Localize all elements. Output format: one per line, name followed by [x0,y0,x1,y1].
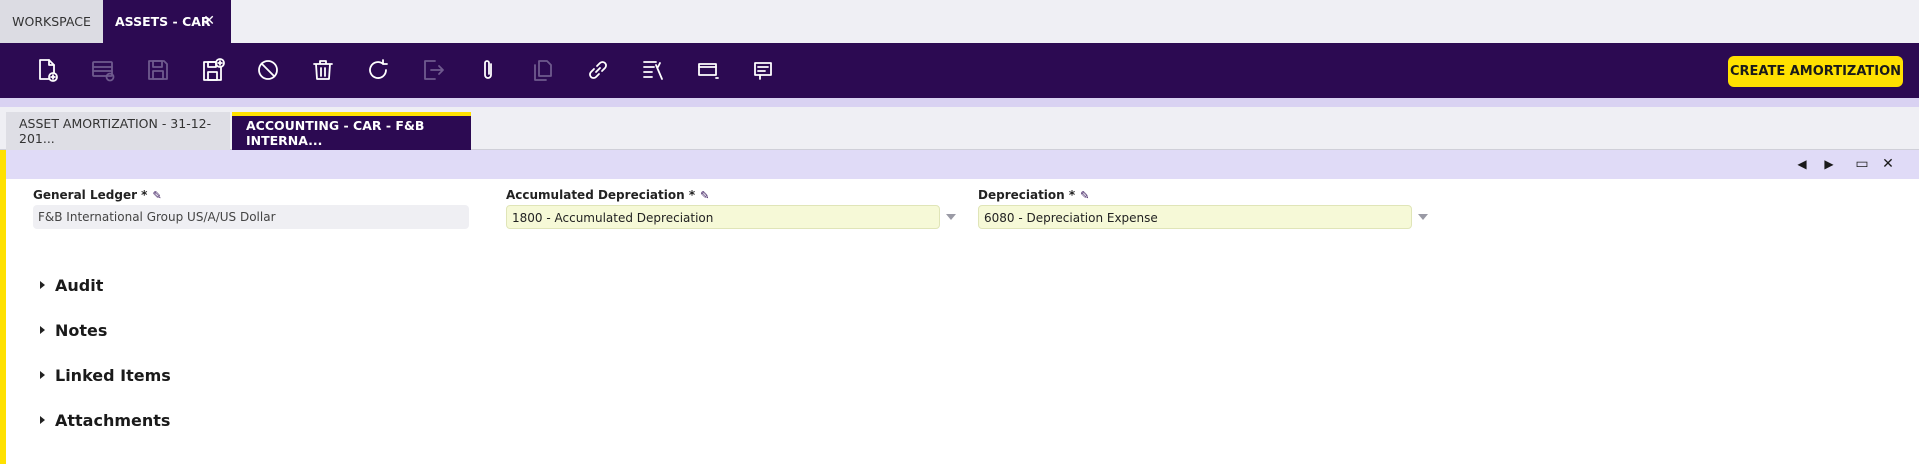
toolbar: CREATE AMORTIZATION [0,43,1919,98]
section-linked-items[interactable]: Linked Items [40,363,171,387]
filter-button[interactable] [638,55,668,85]
toolbar-divider [0,98,1919,107]
section-notes[interactable]: Notes [40,318,107,342]
notes-button[interactable] [748,55,778,85]
wrench-icon[interactable]: ✎ [700,189,709,202]
close-form-icon[interactable]: ✕ [1880,156,1896,172]
form-header-bar: ◀ ▶ ▭ ✕ [6,150,1919,179]
undo-button[interactable] [253,55,283,85]
general-ledger-field: F&B International Group US/A/US Dollar [33,205,469,229]
section-audit[interactable]: Audit [40,273,103,297]
tab-asset-amortization[interactable]: ASSET AMORTIZATION - 31-12-201... [6,112,230,150]
assets-car-tab-label: ASSETS - CAR [115,14,211,29]
link-icon [589,61,607,79]
section-audit-label: Audit [55,275,104,295]
section-attachments-label: Attachments [55,410,171,430]
save-and-new-button[interactable] [198,55,228,85]
delete-button[interactable] [308,55,338,85]
depreciation-label-text: Depreciation * [978,188,1076,202]
wrench-icon[interactable]: ✎ [1080,189,1089,202]
new-row-button[interactable] [88,55,118,85]
section-notes-label: Notes [55,320,108,340]
wrench-icon[interactable]: ✎ [152,189,161,202]
refresh-button[interactable] [363,55,393,85]
save-icon [148,60,168,80]
new-document-button[interactable] [32,55,62,85]
grid-view-icon [698,63,719,79]
general-ledger-label-text: General Ledger * [33,188,148,202]
export-icon [424,60,444,80]
refresh-icon [369,59,388,79]
undo-icon [258,60,278,80]
filter-icon [643,61,663,80]
subtab-bar: ASSET AMORTIZATION - 31-12-201... ACCOUN… [0,107,1919,150]
tab-accounting[interactable]: ACCOUNTING - CAR - F&B INTERNA... [232,112,471,150]
assets-car-tab[interactable]: ASSETS - CAR ✕ [103,0,231,43]
save-and-new-icon [203,58,225,81]
delete-icon [313,60,333,80]
maximize-form-icon[interactable]: ▭ [1854,156,1870,172]
new-document-icon [39,59,58,82]
save-button[interactable] [143,55,173,85]
accumulated-depreciation-combo[interactable]: 1800 - Accumulated Depreciation [506,205,940,229]
chevron-down-icon[interactable] [1418,214,1428,220]
accumulated-depreciation-label: Accumulated Depreciation * ✎ [506,188,709,202]
active-form-indicator [0,150,6,464]
section-attachments[interactable]: Attachments [40,408,170,432]
link-button[interactable] [583,55,613,85]
general-ledger-label: General Ledger * ✎ [33,188,162,202]
accumulated-depreciation-label-text: Accumulated Depreciation * [506,188,696,202]
export-button[interactable] [418,55,448,85]
expand-arrow-icon [40,371,45,379]
attachment-icon [484,60,492,79]
grid-view-button[interactable] [693,55,723,85]
expand-arrow-icon [40,326,45,334]
expand-arrow-icon [40,416,45,424]
depreciation-combo[interactable]: 6080 - Depreciation Expense [978,205,1412,229]
notes-icon [754,62,772,80]
previous-record-icon[interactable]: ◀ [1794,156,1810,172]
depreciation-label: Depreciation * ✎ [978,188,1089,202]
attachment-button[interactable] [473,55,503,85]
expand-arrow-icon [40,281,45,289]
new-row-icon [92,61,115,82]
next-record-icon[interactable]: ▶ [1821,156,1837,172]
chevron-down-icon[interactable] [946,214,956,220]
window-tab-bar: WORKSPACE ASSETS - CAR ✕ [0,0,1919,43]
copy-record-icon [534,60,552,81]
create-amortization-button[interactable]: CREATE AMORTIZATION [1728,56,1903,87]
close-tab-icon[interactable]: ✕ [203,13,215,29]
section-linked-items-label: Linked Items [55,365,171,385]
copy-record-button[interactable] [528,55,558,85]
workspace-tab[interactable]: WORKSPACE [0,0,103,43]
